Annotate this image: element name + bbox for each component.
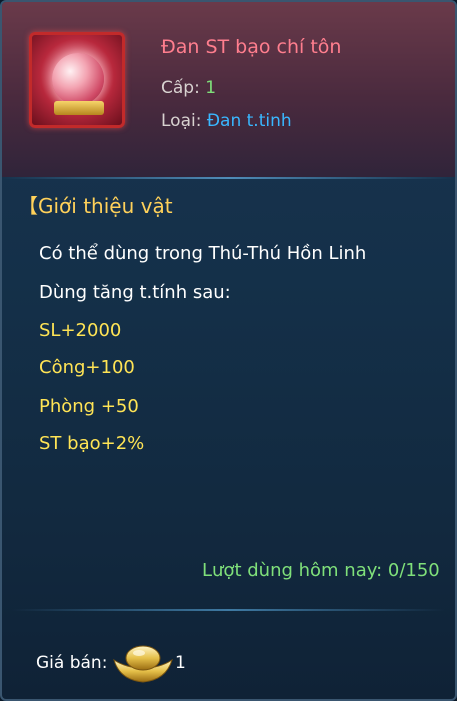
item-tooltip-panel: Đan ST bạo chí tôn Cấp: 1 Loại: Đan t.ti… — [0, 0, 457, 701]
stat-line: ST bạo+2% — [39, 433, 145, 454]
footer-divider — [12, 609, 445, 611]
item-type-row: Loại: Đan t.tinh — [161, 111, 292, 131]
header-divider — [2, 177, 455, 179]
item-level-label: Cấp: — [161, 78, 200, 98]
stat-line: Công+100 — [39, 357, 135, 378]
item-icon-frame — [29, 32, 125, 128]
price-label: Giá bán: — [36, 653, 108, 673]
stat-line: Phòng +50 — [39, 396, 139, 417]
dragon-orb-icon — [52, 53, 104, 105]
item-type-value: Đan t.tinh — [206, 111, 292, 131]
stat-line: SL+2000 — [39, 320, 122, 341]
section-title: 【Giới thiệu vật — [18, 194, 173, 218]
description-line-1: Có thể dùng trong Thú-Thú Hồn Linh — [39, 243, 367, 264]
item-type-label: Loại: — [161, 111, 202, 131]
item-name: Đan ST bạo chí tôn — [161, 36, 342, 58]
orb-stand-icon — [54, 101, 104, 115]
daily-usage-text: Lượt dùng hôm nay: 0/150 — [202, 560, 440, 581]
item-level-row: Cấp: 1 — [161, 78, 216, 98]
gold-ingot-icon — [113, 645, 173, 683]
item-level-value: 1 — [205, 78, 217, 98]
price-value: 1 — [175, 653, 186, 673]
description-line-2: Dùng tăng t.tính sau: — [39, 282, 231, 303]
